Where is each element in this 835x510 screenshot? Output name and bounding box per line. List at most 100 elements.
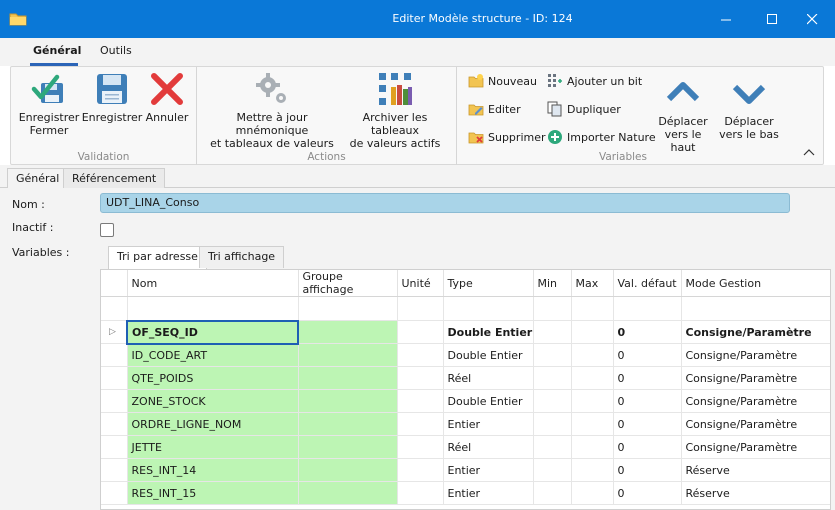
cell-mode[interactable]: Consigne/Paramètre (681, 366, 830, 390)
delete-variable-button[interactable]: Supprimer (468, 128, 546, 146)
table-row[interactable]: QTE_POIDS Réel 0 Consigne/Paramètre (101, 366, 830, 390)
menu-tab-general[interactable]: Général (33, 44, 81, 57)
tab-general[interactable]: Général (7, 168, 69, 189)
cell-unite[interactable] (397, 458, 444, 482)
column-header-type[interactable]: Type (443, 270, 534, 297)
archive-tables-button[interactable]: Archiver les tableaux de valeurs actifs (339, 71, 451, 150)
cell-val-defaut[interactable]: 0 (613, 412, 682, 436)
filter-cell[interactable] (571, 296, 614, 321)
cancel-button[interactable]: Annuler (141, 71, 193, 124)
minimize-button[interactable] (703, 0, 749, 38)
cell-max[interactable] (571, 412, 614, 436)
cell-max[interactable] (571, 320, 614, 344)
cell-val-defaut[interactable]: 0 (613, 389, 682, 413)
cell-groupe[interactable] (298, 458, 398, 482)
cell-unite[interactable] (397, 366, 444, 390)
cell-type[interactable]: Réel (443, 366, 534, 390)
add-bit-button[interactable]: Ajouter un bit (547, 72, 642, 90)
save-close-button[interactable]: Enregistrer Fermer (17, 71, 81, 137)
cell-nom[interactable]: QTE_POIDS (127, 366, 299, 390)
cell-val-defaut[interactable]: 0 (613, 320, 682, 344)
cell-val-defaut[interactable]: 0 (613, 435, 682, 459)
cell-max[interactable] (571, 389, 614, 413)
cell-groupe[interactable] (298, 389, 398, 413)
table-row[interactable]: JETTE Réel 0 Consigne/Paramètre (101, 435, 830, 459)
tab-sort-display[interactable]: Tri affichage (199, 246, 285, 268)
cell-val-defaut[interactable]: 0 (613, 458, 682, 482)
cell-max[interactable] (571, 343, 614, 367)
column-header-unite[interactable]: Unité (397, 270, 444, 297)
cell-type[interactable]: Entier (443, 481, 534, 505)
close-button[interactable] (789, 0, 835, 38)
cell-mode[interactable]: Consigne/Paramètre (681, 343, 830, 367)
cell-nom[interactable]: RES_INT_15 (127, 481, 299, 505)
move-up-button[interactable]: Déplacer vers le haut (653, 75, 713, 154)
cell-val-defaut[interactable]: 0 (613, 366, 682, 390)
cell-type[interactable]: Entier (443, 458, 534, 482)
column-header-groupe[interactable]: Groupe affichage (298, 270, 398, 297)
cell-mode[interactable]: Consigne/Paramètre (681, 435, 830, 459)
cell-val-defaut[interactable]: 0 (613, 481, 682, 505)
cell-min[interactable] (533, 435, 572, 459)
cell-min[interactable] (533, 389, 572, 413)
table-row[interactable]: ZONE_STOCK Double Entier 0 Consigne/Para… (101, 389, 830, 413)
menu-tab-outils[interactable]: Outils (100, 44, 132, 57)
cell-min[interactable] (533, 458, 572, 482)
cell-groupe[interactable] (298, 435, 398, 459)
cell-nom[interactable]: ZONE_STOCK (127, 389, 299, 413)
cell-nom[interactable]: ID_CODE_ART (127, 343, 299, 367)
filter-cell[interactable] (127, 296, 299, 321)
cell-nom[interactable]: RES_INT_14 (127, 458, 299, 482)
cell-groupe[interactable] (298, 320, 398, 344)
collapse-ribbon-icon[interactable] (803, 148, 815, 156)
cell-min[interactable] (533, 366, 572, 390)
edit-variable-button[interactable]: Editer (468, 100, 521, 118)
cell-groupe[interactable] (298, 481, 398, 505)
cell-unite[interactable] (397, 320, 444, 344)
duplicate-button[interactable]: Dupliquer (547, 100, 621, 118)
cell-mode[interactable]: Consigne/Paramètre (681, 389, 830, 413)
cell-max[interactable] (571, 366, 614, 390)
cell-unite[interactable] (397, 343, 444, 367)
column-header-max[interactable]: Max (571, 270, 614, 297)
cell-mode[interactable]: Consigne/Paramètre (681, 412, 830, 436)
cell-nom[interactable]: ORDRE_LIGNE_NOM (127, 412, 299, 436)
cell-min[interactable] (533, 412, 572, 436)
column-header-min[interactable]: Min (533, 270, 572, 297)
table-row[interactable]: ▷ OF_SEQ_ID Double Entier 0 Consigne/Par… (101, 319, 830, 345)
table-row[interactable]: ID_CODE_ART Double Entier 0 Consigne/Par… (101, 343, 830, 367)
cell-min[interactable] (533, 343, 572, 367)
filter-cell[interactable] (298, 296, 398, 321)
column-header-mode[interactable]: Mode Gestion (681, 270, 830, 297)
cell-min[interactable] (533, 481, 572, 505)
save-button[interactable]: Enregistrer (81, 71, 143, 124)
cell-type[interactable]: Double Entier (443, 320, 534, 344)
tab-referencement[interactable]: Référencement (63, 168, 166, 189)
cell-type[interactable]: Entier (443, 412, 534, 436)
cell-val-defaut[interactable]: 0 (613, 343, 682, 367)
cell-mode[interactable]: Réserve (681, 481, 830, 505)
cell-max[interactable] (571, 435, 614, 459)
cell-nom[interactable]: OF_SEQ_ID (126, 319, 299, 345)
cell-type[interactable]: Double Entier (443, 389, 534, 413)
cell-groupe[interactable] (298, 412, 398, 436)
move-down-button[interactable]: Déplacer vers le bas (719, 75, 779, 141)
column-header-val-defaut[interactable]: Val. défaut (613, 270, 682, 297)
update-mnemonic-button[interactable]: Mettre à jour mnémonique et tableaux de … (205, 71, 339, 150)
column-header-nom[interactable]: Nom (127, 270, 299, 297)
table-row[interactable]: ORDRE_LIGNE_NOM Entier 0 Consigne/Paramè… (101, 412, 830, 436)
import-nature-button[interactable]: Importer Nature (547, 128, 656, 146)
filter-cell[interactable] (533, 296, 572, 321)
cell-unite[interactable] (397, 435, 444, 459)
tab-sort-address[interactable]: Tri par adresse (108, 246, 207, 269)
cell-min[interactable] (533, 320, 572, 344)
table-row[interactable]: RES_INT_14 Entier 0 Réserve (101, 458, 830, 482)
inactive-checkbox[interactable] (100, 223, 114, 237)
cell-unite[interactable] (397, 481, 444, 505)
new-variable-button[interactable]: Nouveau (468, 72, 537, 90)
cell-type[interactable]: Double Entier (443, 343, 534, 367)
cell-groupe[interactable] (298, 343, 398, 367)
table-row[interactable]: RES_INT_15 Entier 0 Réserve (101, 481, 830, 505)
filter-cell[interactable] (397, 296, 444, 321)
cell-type[interactable]: Réel (443, 435, 534, 459)
